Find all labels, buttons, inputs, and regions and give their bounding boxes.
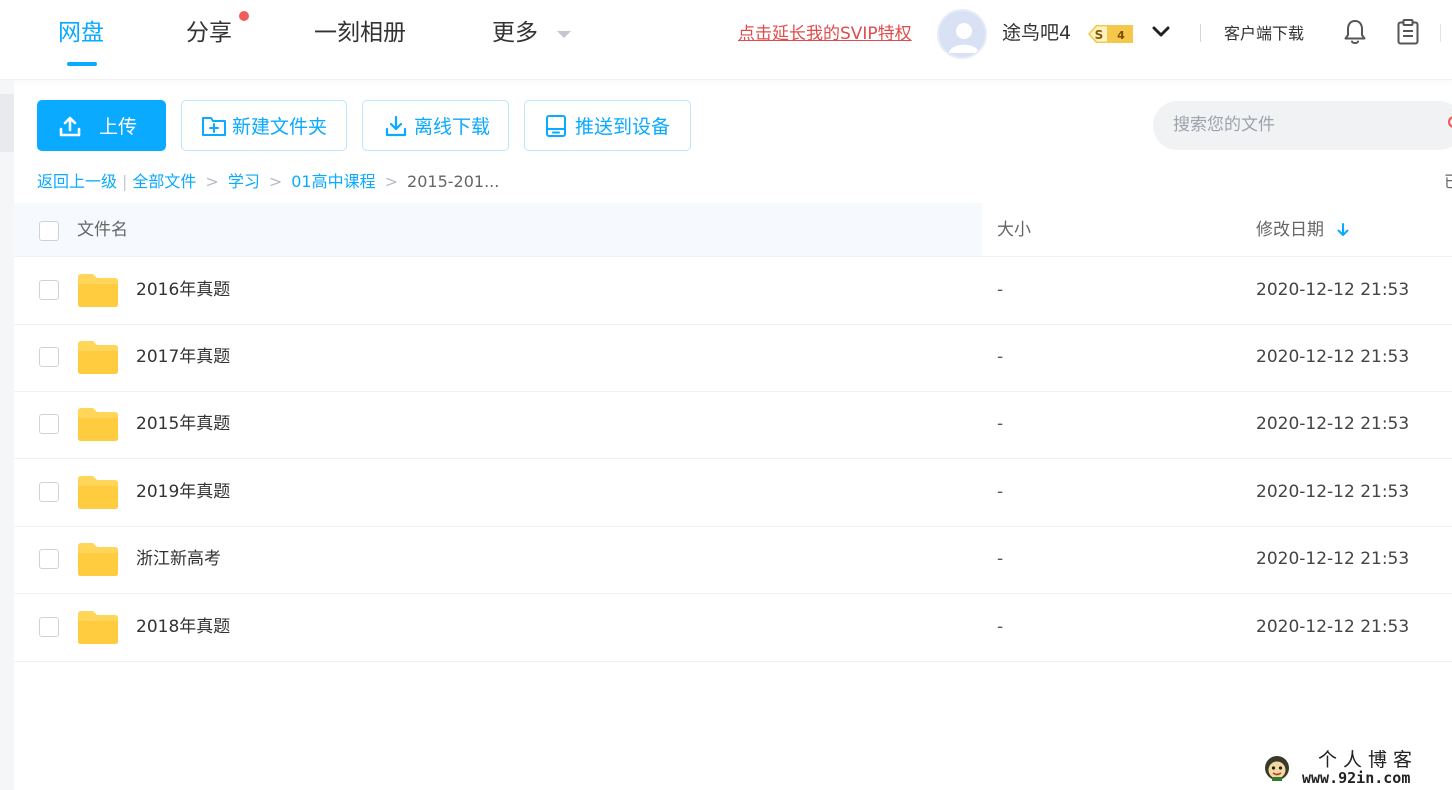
file-size: - [997, 549, 1004, 569]
tab-more[interactable]: 更多 [492, 18, 538, 48]
top-navigation-bar: 网盘 分享 一刻相册 更多 点击延长我的SVIP特权 途鸟吧4 S 4 客户端下… [0, 0, 1452, 80]
file-name[interactable]: 2016年真题 [136, 279, 230, 301]
vip-badge-level: 4 [1117, 29, 1125, 42]
table-row[interactable]: 2015年真题 - 2020-12-12 21:53 [14, 391, 1452, 459]
avatar[interactable] [937, 9, 987, 59]
client-download-link[interactable]: 客户端下载 [1224, 23, 1304, 45]
new-folder-button[interactable]: 新建文件夹 [181, 100, 347, 151]
watermark-url: www.92in.com [1302, 769, 1411, 787]
folder-icon [78, 408, 118, 441]
tab-moment-album[interactable]: 一刻相册 [314, 18, 406, 48]
row-checkbox[interactable] [39, 347, 59, 367]
breadcrumb: 返回上一级 | 全部文件 > 学习 > 01高中课程 > 2015-201... [37, 171, 499, 193]
search-input[interactable] [1173, 113, 1423, 137]
new-folder-label: 新建文件夹 [232, 116, 328, 138]
vip-badge-icon: S 4 [1088, 25, 1133, 43]
folder-icon [78, 543, 118, 576]
search-icon[interactable] [1446, 116, 1452, 130]
file-size: - [997, 414, 1004, 434]
bell-icon[interactable] [1342, 18, 1368, 46]
divider [1440, 24, 1441, 42]
device-icon [546, 114, 566, 137]
row-checkbox[interactable] [39, 482, 59, 502]
row-checkbox[interactable] [39, 617, 59, 637]
file-modified-date: 2020-12-12 21:53 [1256, 549, 1410, 569]
tab-netdisk[interactable]: 网盘 [58, 18, 104, 48]
file-modified-date: 2020-12-12 21:53 [1256, 347, 1410, 367]
column-header-size[interactable]: 大小 [997, 219, 1031, 241]
folder-icon [78, 341, 118, 374]
upload-button[interactable]: 上传 [37, 100, 166, 151]
breadcrumb-item-course[interactable]: 01高中课程 [291, 171, 375, 193]
breadcrumb-separator: > [268, 172, 283, 191]
loaded-status: 已 [1444, 171, 1452, 193]
file-modified-date: 2020-12-12 21:53 [1256, 482, 1410, 502]
folder-icon [78, 476, 118, 509]
file-name[interactable]: 2017年真题 [136, 346, 230, 368]
breadcrumb-current: 2015-201... [407, 172, 500, 191]
file-size: - [997, 482, 1004, 502]
svip-renew-link[interactable]: 点击延长我的SVIP特权 [738, 22, 912, 46]
push-to-device-button[interactable]: 推送到设备 [524, 100, 691, 151]
row-checkbox[interactable] [39, 280, 59, 300]
file-name[interactable]: 2019年真题 [136, 481, 230, 503]
table-row[interactable]: 2018年真题 - 2020-12-12 21:53 [14, 594, 1452, 662]
search-box [1153, 101, 1452, 150]
file-size: - [997, 347, 1004, 367]
breadcrumb-item-all-files[interactable]: 全部文件 [132, 171, 196, 193]
file-size: - [997, 617, 1004, 637]
offline-download-label: 离线下载 [414, 116, 491, 138]
vip-level-badge[interactable]: S 4 [1085, 23, 1137, 45]
caret-down-icon[interactable] [557, 31, 571, 38]
offline-download-button[interactable]: 离线下载 [362, 100, 509, 151]
file-name[interactable]: 2015年真题 [136, 413, 230, 435]
row-checkbox[interactable] [39, 414, 59, 434]
tab-share[interactable]: 分享 [186, 18, 232, 48]
column-header-name[interactable]: 文件名 [77, 219, 128, 241]
file-table-header: 文件名 大小 修改日期 [14, 203, 1452, 257]
sort-descending-icon[interactable] [1336, 222, 1350, 238]
select-all-checkbox[interactable] [39, 221, 59, 241]
folder-icon [78, 274, 118, 307]
column-header-modified[interactable]: 修改日期 [1256, 219, 1324, 241]
breadcrumb-divider: | [122, 172, 128, 191]
active-tab-indicator [67, 62, 97, 66]
site-watermark: 个人博客 www.92in.com [1258, 748, 1452, 790]
upload-icon [59, 116, 81, 136]
upload-label: 上传 [99, 116, 138, 138]
left-sidebar-edge [0, 80, 14, 790]
new-folder-icon [202, 116, 226, 136]
left-sidebar-highlight [0, 94, 14, 152]
download-icon [385, 115, 407, 136]
folder-icon [78, 611, 118, 644]
breadcrumb-separator: > [205, 172, 219, 191]
file-name[interactable]: 2018年真题 [136, 616, 230, 638]
file-modified-date: 2020-12-12 21:53 [1256, 280, 1410, 300]
breadcrumb-back-link[interactable]: 返回上一级 [37, 171, 117, 193]
file-modified-date: 2020-12-12 21:53 [1256, 414, 1410, 434]
breadcrumb-separator: > [384, 172, 399, 191]
table-row[interactable]: 浙江新高考 - 2020-12-12 21:53 [14, 526, 1452, 594]
watermark-mascot-icon [1265, 756, 1289, 781]
divider [1200, 24, 1201, 42]
file-size: - [997, 280, 1004, 300]
username[interactable]: 途鸟吧4 [1002, 20, 1071, 46]
vip-badge-letter: S [1095, 28, 1104, 42]
row-checkbox[interactable] [39, 549, 59, 569]
table-row[interactable]: 2016年真题 - 2020-12-12 21:53 [14, 257, 1452, 325]
header-name-background [14, 203, 982, 256]
push-to-device-label: 推送到设备 [575, 116, 671, 138]
table-row[interactable]: 2019年真题 - 2020-12-12 21:53 [14, 459, 1452, 527]
user-avatar-icon [939, 11, 985, 57]
notification-dot [239, 11, 249, 21]
file-modified-date: 2020-12-12 21:53 [1256, 617, 1410, 637]
chevron-down-icon[interactable] [1150, 22, 1172, 42]
file-name[interactable]: 浙江新高考 [136, 548, 221, 570]
breadcrumb-item-study[interactable]: 学习 [228, 171, 260, 193]
clipboard-icon[interactable] [1395, 18, 1421, 46]
table-row[interactable]: 2017年真题 - 2020-12-12 21:53 [14, 324, 1452, 392]
